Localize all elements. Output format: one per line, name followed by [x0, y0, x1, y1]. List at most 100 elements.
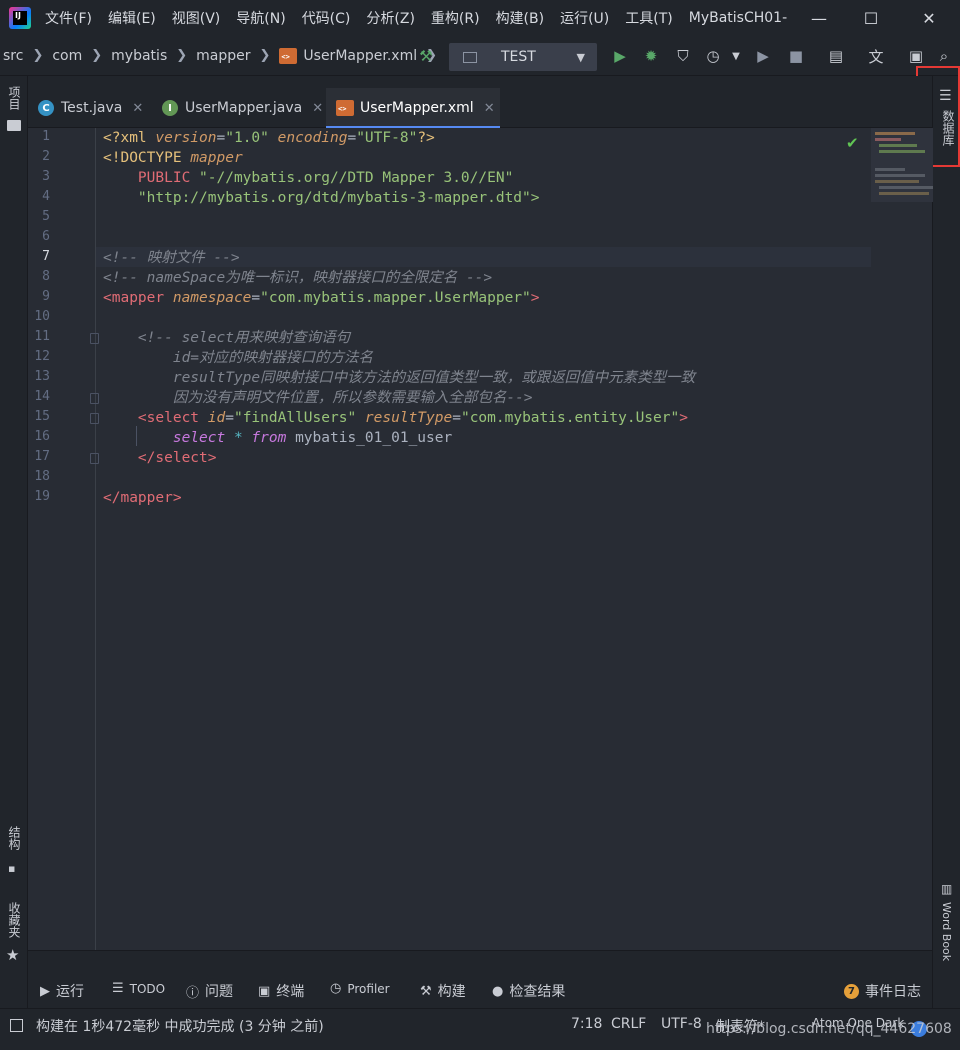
menu-view[interactable]: 视图(V)	[172, 8, 221, 28]
minimap-line	[875, 168, 905, 171]
inspection-ok-check-icon[interactable]: ✔	[846, 134, 859, 152]
tool-problems[interactable]: ⓘ 问题	[186, 981, 233, 1001]
menu-navigate[interactable]: 导航(N)	[236, 8, 285, 28]
tool-todo-label: TODO	[129, 981, 166, 996]
wordbook-icon[interactable]: ▥	[941, 882, 952, 896]
coverage-shield-icon[interactable]: ⛉	[673, 46, 693, 66]
menu-edit[interactable]: 编辑(E)	[108, 8, 156, 28]
tool-inspection[interactable]: ● 检查结果	[492, 981, 565, 1001]
project-structure-icon[interactable]: ▤	[826, 46, 846, 66]
folder-icon[interactable]	[7, 120, 21, 131]
menu-tools[interactable]: 工具(T)	[625, 8, 672, 28]
tool-build[interactable]: ⚒ 构建	[420, 981, 466, 1001]
terminal-icon: ▣	[258, 983, 271, 999]
code-line-2: <!DOCTYPE mapper	[103, 150, 243, 166]
minimize-button[interactable]: —	[796, 0, 842, 36]
structure-icon[interactable]: ▪	[8, 862, 15, 875]
menu-code[interactable]: 代码(C)	[302, 8, 351, 28]
code-editor[interactable]: 1 2 3 4 5 6 7 8 9 10 11 12 13 14 15 16 1…	[28, 128, 933, 950]
run-icon: ▶	[40, 983, 50, 999]
run-icon[interactable]: ▶	[610, 46, 630, 66]
translate-icon[interactable]: 文	[866, 46, 886, 66]
project-tool-label[interactable]: 项目	[6, 86, 23, 110]
code-line-8: <!-- nameSpace为唯一标识，映射器接口的全限定名 -->	[103, 270, 493, 286]
stop-icon[interactable]: ■	[786, 46, 806, 66]
code-minimap[interactable]	[871, 128, 933, 202]
breadcrumb-mybatis[interactable]: mybatis	[111, 48, 167, 64]
tool-profiler[interactable]: ◷ Profiler	[330, 981, 390, 996]
fold-marker-icon[interactable]	[90, 333, 99, 344]
tool-terminal[interactable]: ▣ 终端	[258, 981, 304, 1001]
build-hammer-icon: ⚒	[420, 983, 432, 999]
tab-usermapper-java[interactable]: I UserMapper.java ✕	[162, 88, 324, 128]
line-separator[interactable]: CRLF	[611, 1016, 646, 1032]
breadcrumb-com[interactable]: com	[52, 48, 82, 64]
wordbook-tool-label[interactable]: Word Book	[940, 902, 953, 961]
search-icon[interactable]: ⌕	[934, 46, 954, 66]
resume-icon[interactable]: ▶	[753, 46, 773, 66]
debug-bug-icon[interactable]: ✹	[641, 46, 661, 66]
minimap-line	[879, 150, 925, 153]
tool-event-log-label: 事件日志	[865, 984, 921, 1000]
main-menu: 文件(F) 编辑(E) 视图(V) 导航(N) 代码(C) 分析(Z) 重构(R…	[45, 8, 689, 28]
chevron-down-icon: ▼	[576, 50, 585, 64]
line-number: 11	[34, 329, 50, 344]
line-number: 18	[34, 469, 50, 484]
code-line-19: </mapper>	[103, 490, 182, 506]
menu-build[interactable]: 构建(B)	[496, 8, 545, 28]
build-status-message[interactable]: 构建在 1秒472毫秒 中成功完成 (3 分钟 之前)	[36, 1016, 324, 1036]
breadcrumb-src[interactable]: src	[3, 48, 23, 64]
code-line-13: resultType同映射接口中该方法的返回值类型一致，或跟返回值中元素类型一致	[103, 370, 696, 386]
indent-guide	[136, 426, 137, 446]
file-encoding[interactable]: UTF-8	[661, 1016, 702, 1032]
tool-build-label: 构建	[437, 984, 466, 1000]
toggle-tool-windows-icon[interactable]	[10, 1019, 23, 1032]
code-line-17: </select>	[137, 450, 217, 466]
menu-refactor[interactable]: 重构(R)	[431, 8, 480, 28]
tab-label: Test.java	[61, 100, 123, 116]
right-tool-strip: ☰ 数据库 ▥ Word Book	[932, 76, 960, 1008]
line-number-current: 7	[42, 249, 50, 264]
tab-usermapper-xml[interactable]: UserMapper.xml ✕	[326, 88, 500, 129]
tool-todo[interactable]: ☰ TODO	[112, 981, 165, 996]
maximize-button[interactable]: ☐	[848, 0, 894, 36]
run-config-select[interactable]: TEST ▼	[449, 43, 597, 71]
line-number: 17	[34, 449, 50, 464]
close-icon[interactable]: ✕	[484, 101, 495, 116]
code-line-7: <!-- 映射文件 -->	[103, 250, 240, 266]
code-line-4: "http://mybatis.org/dtd/mybatis-3-mapper…	[137, 190, 540, 206]
caret-position[interactable]: 7:18	[571, 1016, 602, 1032]
breadcrumb-file[interactable]: UserMapper.xml	[303, 48, 417, 64]
fold-marker-icon[interactable]	[90, 453, 99, 464]
star-icon[interactable]: ★	[6, 946, 19, 964]
line-number: 5	[42, 209, 50, 224]
fold-marker-icon[interactable]	[90, 413, 99, 424]
menu-analyze[interactable]: 分析(Z)	[366, 8, 415, 28]
line-number: 6	[42, 229, 50, 244]
favorites-tool-label[interactable]: 收藏夹	[6, 902, 23, 938]
window-config-icon	[463, 51, 477, 63]
navigation-bar: src ❯ com ❯ mybatis ❯ mapper ❯ UserMappe…	[0, 36, 960, 76]
presentation-icon[interactable]: ▣	[906, 46, 926, 66]
structure-tool-label[interactable]: 结构	[6, 826, 23, 850]
build-hammer-icon[interactable]: ⚒	[416, 46, 436, 66]
tool-event-log[interactable]: 7 事件日志	[844, 981, 921, 1001]
breadcrumb-mapper[interactable]: mapper	[196, 48, 250, 64]
line-gutter: 1 2 3 4 5 6 7 8 9 10 11 12 13 14 15 16 1…	[28, 128, 99, 950]
profile-clock-icon[interactable]: ◷	[703, 46, 723, 66]
fold-marker-icon[interactable]	[90, 393, 99, 404]
java-class-icon: C	[38, 100, 54, 116]
editor-tab-bar: C Test.java ✕ I UserMapper.java ✕ UserMa…	[28, 76, 932, 129]
close-icon[interactable]: ✕	[312, 101, 323, 116]
close-icon[interactable]: ✕	[132, 101, 143, 116]
tool-run[interactable]: ▶ 运行	[40, 981, 84, 1001]
title-bar: IJ 文件(F) 编辑(E) 视图(V) 导航(N) 代码(C) 分析(Z) 重…	[0, 0, 960, 36]
minimap-line	[875, 132, 915, 135]
intellij-logo-icon: IJ	[9, 7, 31, 29]
close-window-button[interactable]: ✕	[906, 0, 952, 36]
tab-test-java[interactable]: C Test.java ✕	[38, 88, 156, 128]
menu-run[interactable]: 运行(U)	[560, 8, 609, 28]
menu-file[interactable]: 文件(F)	[45, 8, 92, 28]
chevron-down-icon[interactable]: ▼	[726, 46, 746, 66]
xml-file-icon	[279, 47, 298, 64]
